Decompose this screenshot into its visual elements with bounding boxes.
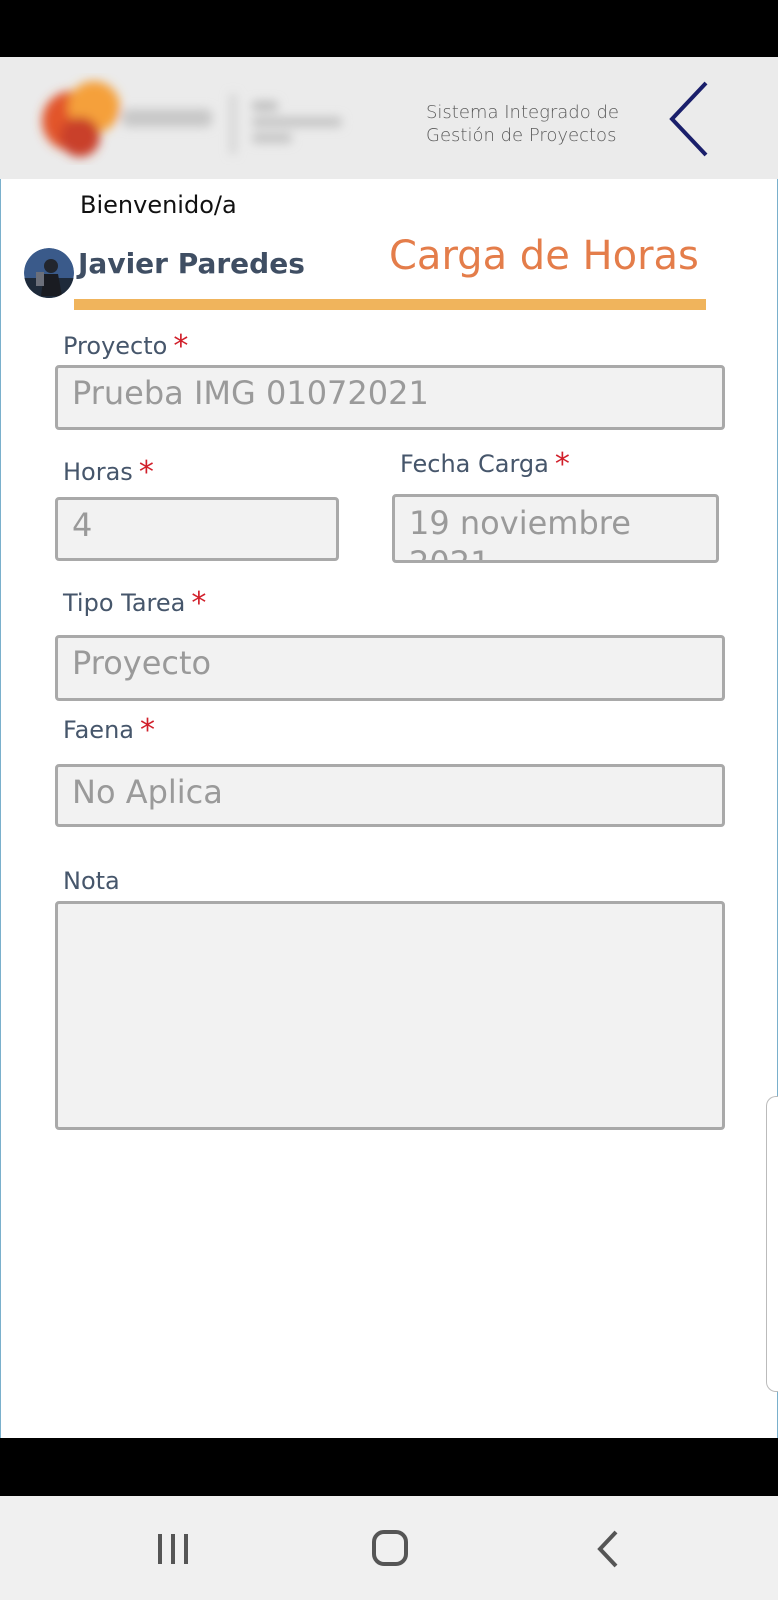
required-mark: * <box>140 713 155 748</box>
required-mark: * <box>191 586 207 621</box>
page-title: Carga de Horas <box>389 233 699 279</box>
faena-label: Faena * <box>63 713 155 748</box>
company-logo <box>42 81 342 157</box>
back-arrow-icon[interactable] <box>666 79 716 159</box>
fecha-carga-field[interactable]: 19 noviembre 2021 <box>392 494 719 563</box>
home-icon[interactable] <box>360 1526 420 1572</box>
title-underline <box>74 299 706 310</box>
main-content: Bienvenido/a Javier Paredes Carga de Hor… <box>0 179 778 1439</box>
horas-label: Horas * <box>63 455 154 490</box>
faena-field[interactable]: No Aplica <box>55 764 725 827</box>
user-avatar-icon <box>24 248 74 298</box>
proyecto-label-text: Proyecto <box>63 332 168 360</box>
app-title: Sistema Integrado de Gestión de Proyecto… <box>426 101 656 147</box>
user-name: Javier Paredes <box>78 247 305 280</box>
black-band <box>0 1438 778 1496</box>
tipo-tarea-label-text: Tipo Tarea <box>63 589 186 617</box>
required-mark: * <box>554 447 570 482</box>
app-title-line1: Sistema Integrado de <box>426 102 619 123</box>
scroll-handle[interactable] <box>766 1096 778 1392</box>
welcome-text: Bienvenido/a <box>80 191 237 219</box>
nota-label: Nota <box>63 867 120 895</box>
status-bar <box>0 0 778 57</box>
horas-label-text: Horas <box>63 458 133 486</box>
tipo-tarea-label: Tipo Tarea * <box>63 586 206 621</box>
avatar <box>24 248 74 298</box>
app-header: Sistema Integrado de Gestión de Proyecto… <box>0 57 778 179</box>
required-mark: * <box>173 329 189 364</box>
required-mark: * <box>138 455 154 490</box>
faena-label-text: Faena <box>63 716 134 744</box>
back-icon[interactable] <box>578 1526 638 1572</box>
recent-apps-icon[interactable] <box>143 1526 203 1572</box>
fecha-carga-label: Fecha Carga * <box>400 447 570 482</box>
fecha-carga-label-text: Fecha Carga <box>400 450 549 478</box>
tipo-tarea-field[interactable]: Proyecto <box>55 635 725 701</box>
proyecto-label: Proyecto * <box>63 329 188 364</box>
system-nav-bar <box>0 1496 778 1600</box>
nota-textarea[interactable] <box>55 901 725 1130</box>
app-title-line2: Gestión de Proyectos <box>426 125 617 146</box>
horas-field[interactable]: 4 <box>55 497 339 561</box>
proyecto-field[interactable]: Prueba IMG 01072021 <box>55 365 725 430</box>
